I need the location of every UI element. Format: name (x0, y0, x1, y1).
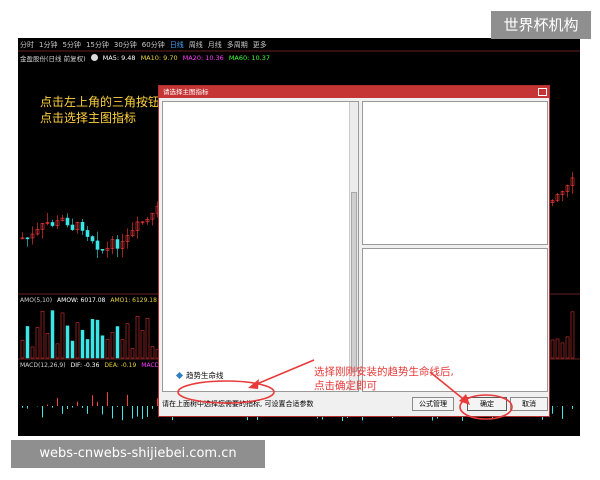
stock-label: 金盈股份(日线 前复权) (20, 54, 86, 63)
volume-bar (65, 325, 70, 359)
annotation-left-line1: 点击左上角的三角按钮 (40, 95, 161, 109)
ma-value: MA60: 10.37 (228, 53, 271, 62)
volume-bar (555, 338, 560, 359)
candle-body (115, 239, 120, 249)
screenshot-frame: 分时 1分钟 5分钟 15分钟 30分钟 60分钟 日线 周线 月线 多周期 更多 金盈股份(日线 … (0, 0, 600, 480)
volume-bar (40, 310, 45, 359)
annotation-right: 选择刚刚安装的趋势生命线后, 点击确定即可 (314, 365, 454, 393)
indicator-diamond-icon (175, 371, 184, 380)
volume-bar (70, 340, 75, 359)
volume-bar (20, 339, 25, 359)
candle-body (80, 221, 85, 231)
volume-bar (560, 342, 565, 359)
annotation-left: 点击左上角的三角按钮 点击选择主图指标 (40, 94, 160, 126)
macd-value: MACD(12,26,9) (20, 361, 66, 369)
candle-body (50, 222, 55, 226)
preview-pane (362, 101, 548, 245)
period-tab[interactable]: 更多 (253, 40, 267, 50)
volume-bar (25, 326, 30, 359)
volume-bar (90, 319, 95, 359)
volume-bar (105, 339, 110, 359)
tree-scrollbar[interactable] (349, 102, 358, 391)
candle-body (90, 236, 95, 242)
close-icon[interactable] (538, 88, 547, 96)
macd-value: DEA: -0.19 (104, 361, 137, 369)
period-tab[interactable]: 1分钟 (39, 40, 57, 50)
period-tab[interactable]: 月线 (208, 40, 222, 50)
volume-bar (45, 332, 50, 359)
dialog-hint: 请在上面树中选择您需要的指标, 可设置合适参数 (162, 400, 314, 408)
amo-value: AMOW: 6017.08 (57, 296, 106, 304)
ma-value: MA5: 9.48 (102, 53, 136, 62)
ma-indicator-bar: 金盈股份(日线 前复权) MA5: 9.48 MA10: 9.70 MA20: 10… (18, 52, 280, 63)
volume-bar (135, 316, 140, 359)
volume-bar (100, 335, 105, 359)
volume-bar (565, 336, 570, 359)
amo-indicator-bar: AMO(5,10) AMOW: 6017.08 AMO1: 6129.18 (18, 295, 162, 305)
volume-bar (50, 310, 55, 359)
volume-bar (145, 318, 150, 359)
annotation-right-line2: 点击确定即可 (314, 380, 377, 392)
formula-manage-button[interactable]: 公式管理 (412, 397, 454, 411)
volume-bar (60, 312, 65, 359)
annotation-right-line1: 选择刚刚安装的趋势生命线后, (314, 366, 454, 378)
amo-value: AMO(5,10) (20, 296, 53, 304)
period-tab[interactable]: 60分钟 (142, 40, 165, 50)
volume-bar (570, 311, 575, 359)
volume-bar (550, 339, 555, 359)
scrollbar-thumb[interactable] (351, 192, 357, 372)
watermark-top: 世界杯机构 (491, 11, 591, 39)
candle-body (70, 224, 75, 230)
triangle-button-icon[interactable] (90, 54, 98, 61)
period-tab[interactable]: 多周期 (227, 40, 248, 50)
period-tab[interactable]: 5分钟 (62, 40, 80, 50)
volume-bar (85, 339, 90, 359)
volume-bar (80, 329, 85, 359)
period-toolbar: 分时 1分钟 5分钟 15分钟 30分钟 60分钟 日线 周线 月线 多周期 更多 (18, 38, 580, 51)
volume-bar (130, 348, 135, 359)
volume-bar (30, 346, 35, 359)
volume-bar (95, 319, 100, 359)
period-tab[interactable]: 周线 (189, 40, 203, 50)
volume-bar (150, 346, 155, 359)
volume-bar (110, 332, 115, 359)
tree-item-label: 趋势生命线 (186, 371, 224, 380)
candle-body (85, 230, 90, 237)
ma-value: MA20: 10.36 (182, 53, 224, 62)
candle-body (95, 240, 100, 250)
ok-button[interactable]: 确定 (467, 397, 507, 411)
volume-bar (55, 343, 60, 359)
ma-values: MA5: 9.48 MA10: 9.70 MA20: 10.36 MA60: 10.3… (103, 54, 275, 62)
volume-bar (115, 326, 120, 359)
period-tab[interactable]: 分时 (20, 40, 34, 50)
period-tab[interactable]: 15分钟 (86, 40, 109, 50)
volume-bar (140, 330, 145, 359)
indicator-tree[interactable]: 趋势生命线 (162, 101, 359, 392)
tree-item-trend-lifeline[interactable]: 趋势生命线 (175, 370, 224, 381)
volume-bar (35, 327, 40, 359)
candle-body (25, 237, 30, 240)
ma-value: MA10: 9.70 (140, 53, 178, 62)
amo-value: AMO1: 6129.18 (110, 296, 157, 304)
trading-software-window: 分时 1分钟 5分钟 15分钟 30分钟 60分钟 日线 周线 月线 多周期 更多 金盈股份(日线 … (18, 38, 580, 436)
dialog-title: 请选择主图指标 (159, 86, 549, 98)
annotation-left-line2: 点击选择主图指标 (40, 111, 137, 125)
period-tab[interactable]: 日线 (170, 40, 184, 50)
candle-body (100, 249, 105, 251)
volume-bar (120, 339, 125, 359)
volume-bar (125, 323, 130, 359)
cancel-button[interactable]: 取消 (510, 397, 548, 411)
volume-bar (75, 322, 80, 359)
period-tab[interactable]: 30分钟 (114, 40, 137, 50)
watermark-bottom: webs-cnwebs-shijiebei.com.cn (11, 440, 265, 468)
candle-body (65, 217, 70, 226)
macd-value: DIF: -0.36 (70, 361, 100, 369)
